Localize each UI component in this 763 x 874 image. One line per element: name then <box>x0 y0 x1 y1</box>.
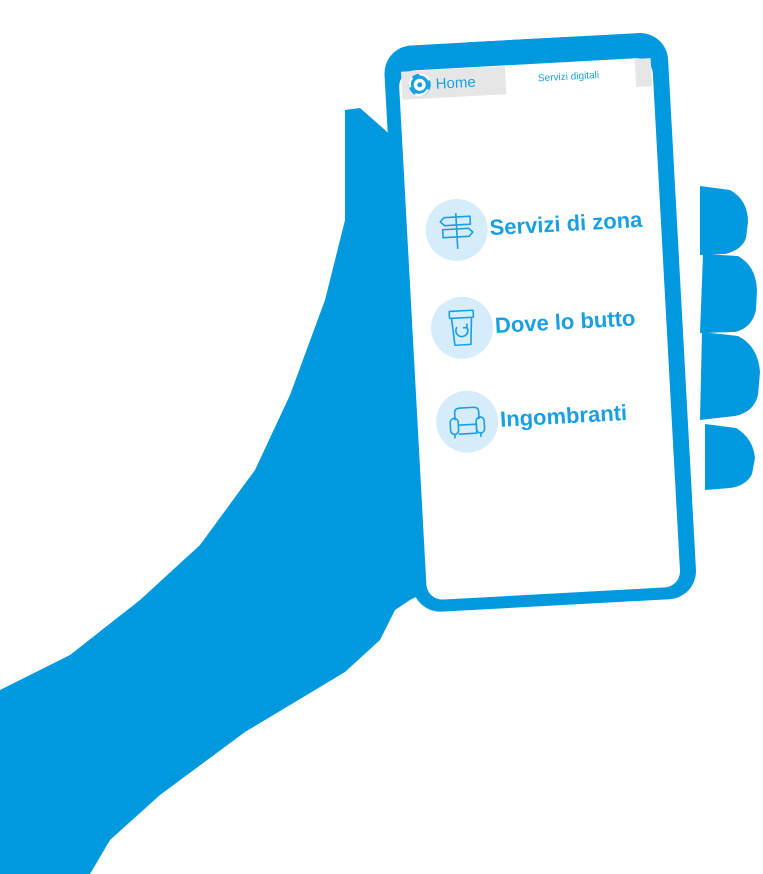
menu-item-dove-lo-butto[interactable]: Dove lo butto <box>429 287 637 361</box>
finger-2 <box>700 254 757 333</box>
tab-servizi-digitali[interactable]: Servizi digitali <box>509 59 628 93</box>
signpost-icon-circle <box>424 197 490 263</box>
tab-overflow[interactable] <box>634 58 653 87</box>
recycle-logo-icon <box>408 73 431 96</box>
tab-home-label: Home <box>435 73 477 93</box>
finger-3 <box>700 332 760 420</box>
armchair-icon-circle <box>434 389 500 455</box>
armchair-icon <box>449 406 486 439</box>
menu-item-ingombranti[interactable]: Ingombranti <box>434 382 629 455</box>
menu-item-label: Dove lo butto <box>494 305 636 339</box>
menu-item-label: Servizi di zona <box>488 206 643 241</box>
hand-silhouette <box>0 108 430 874</box>
tab-servizi-digitali-label: Servizi digitali <box>537 69 600 84</box>
menu-item-label: Ingombranti <box>499 399 628 432</box>
recycle-bin-icon-circle <box>429 295 495 361</box>
tab-home[interactable]: Home <box>400 66 507 100</box>
finger-4 <box>705 424 755 490</box>
menu-item-servizi-di-zona[interactable]: Servizi di zona <box>424 189 644 263</box>
phone-screen: Home Servizi digitali Servizi di zona Do… <box>397 58 680 601</box>
recycle-bin-icon <box>448 309 475 347</box>
finger-1 <box>700 186 748 255</box>
signpost-icon <box>439 212 474 249</box>
